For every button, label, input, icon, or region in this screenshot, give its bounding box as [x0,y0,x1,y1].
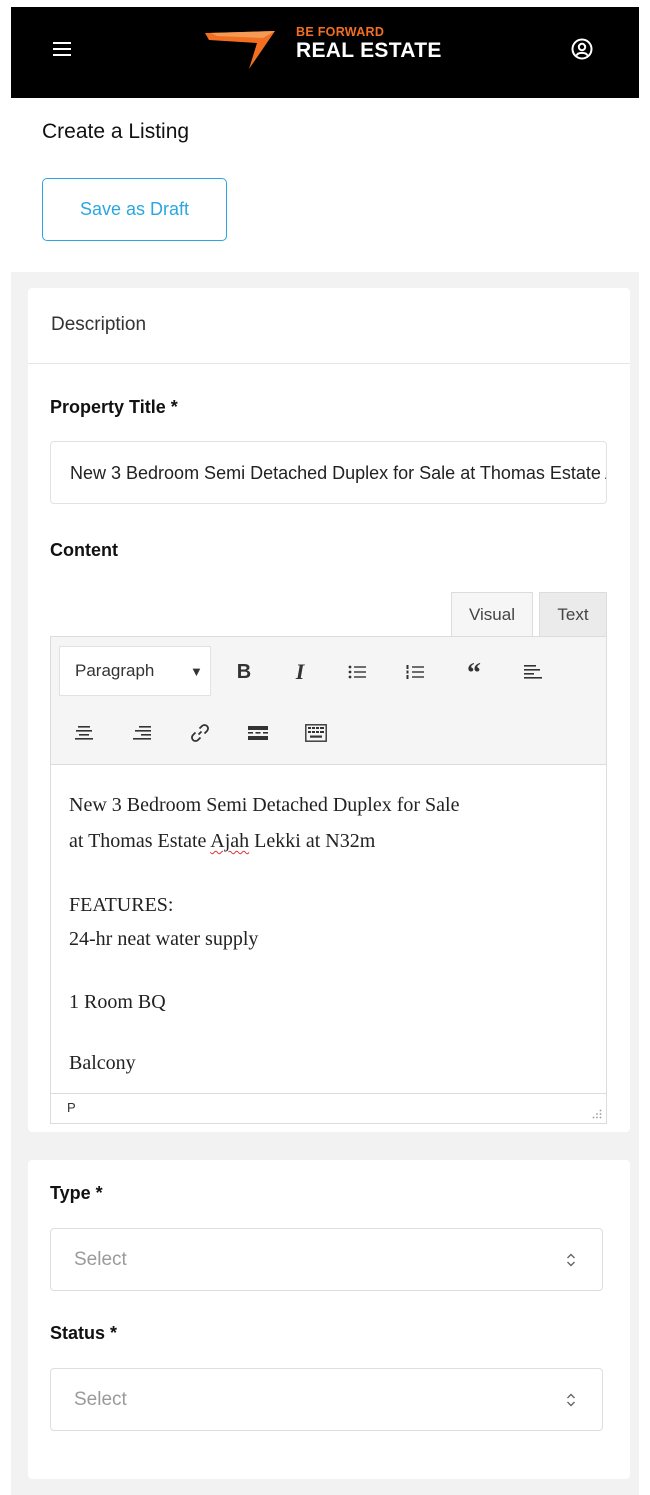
select-arrows-icon [567,1253,575,1267]
user-circle-icon[interactable] [571,38,593,60]
logo-swoosh-icon [205,31,275,69]
bold-icon[interactable]: B [231,659,257,685]
status-label: Status * [50,1323,118,1343]
select-arrows-icon [567,1393,575,1407]
italic-icon[interactable]: I [287,659,313,685]
format-select-value: Paragraph [75,661,155,680]
rich-text-editor: Paragraph ▼ B I “ New 3 Bedroom Semi Det… [50,636,607,1124]
property-title-input[interactable]: New 3 Bedroom Semi Detached Duplex for S… [50,441,607,504]
logo-top-text: BE FORWARD [296,25,385,39]
tab-text[interactable]: Text [539,592,607,636]
editor-content-area[interactable]: New 3 Bedroom Semi Detached Duplex for S… [51,766,606,1093]
editor-toolbar: Paragraph ▼ B I “ [51,637,606,765]
logo[interactable]: BE FORWARD REAL ESTATE [205,23,455,71]
numbered-list-icon[interactable] [402,659,428,685]
property-title-value: New 3 Bedroom Semi Detached Duplex for S… [70,463,606,483]
type-select[interactable]: Select [50,1228,603,1291]
align-center-icon[interactable] [71,720,97,746]
save-draft-button[interactable]: Save as Draft [42,178,227,241]
content-line: 1 Room BQ [69,991,166,1013]
align-right-icon[interactable] [129,720,155,746]
property-title-label: Property Title * [50,397,178,417]
blockquote-icon[interactable]: “ [461,660,487,688]
description-card-header: Description [28,288,630,364]
content-line: FEATURES: [69,894,174,916]
content-line: 24-hr neat water supply [69,928,259,950]
element-path[interactable]: P [67,1100,76,1115]
content-line: New 3 Bedroom Semi Detached Duplex for S… [69,794,460,816]
misspelled-word[interactable]: Ajah [210,830,249,852]
type-label: Type * [50,1183,103,1203]
top-navigation-bar: BE FORWARD REAL ESTATE [11,7,639,98]
content-label: Content [50,540,118,560]
description-heading: Description [51,314,147,335]
toolbar-toggle-icon[interactable] [303,720,329,746]
resize-grip-icon[interactable] [592,1109,602,1119]
paragraph-format-select[interactable]: Paragraph ▼ [59,646,211,696]
read-more-icon[interactable] [245,720,271,746]
tab-visual[interactable]: Visual [451,592,533,636]
align-left-icon[interactable] [520,659,546,685]
chevron-down-icon: ▼ [190,664,203,679]
content-line: Balcony [69,1052,136,1074]
page-title: Create a Listing [42,120,190,143]
logo-bottom-text: REAL ESTATE [296,39,442,62]
status-select-placeholder: Select [74,1389,127,1410]
bullet-list-icon[interactable] [344,659,370,685]
details-card [28,1160,630,1479]
link-icon[interactable] [187,720,213,746]
type-select-placeholder: Select [74,1249,127,1270]
status-select[interactable]: Select [50,1368,603,1431]
hamburger-menu-icon[interactable] [53,42,71,56]
content-line: at Thomas Estate Ajah Lekki at N32m [69,830,376,852]
editor-status-bar: P [51,1093,606,1123]
